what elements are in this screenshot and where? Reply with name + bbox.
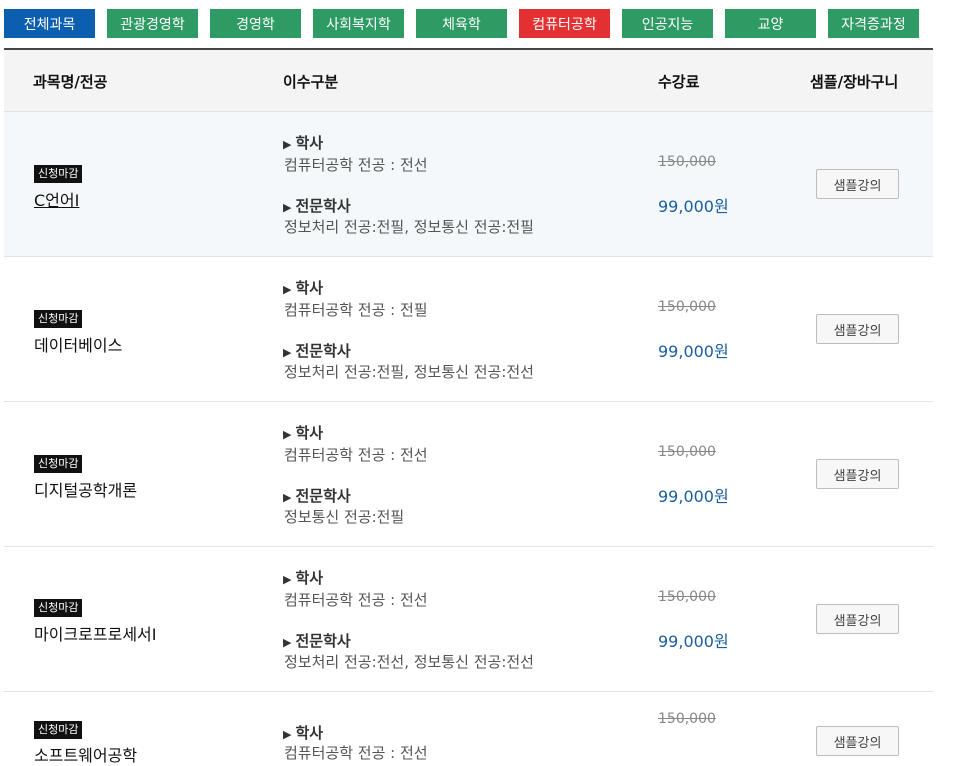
table-row: 신청마감 데이터베이스 ▶ 학사 컴퓨터공학 전공 : 전필 ▶ 전문학사 정보처리… bbox=[4, 257, 933, 402]
tab-liberal-arts[interactable]: 교양 bbox=[725, 9, 816, 38]
original-price: 150,000 bbox=[658, 154, 716, 170]
sample-lecture-button[interactable]: 샘플강의 bbox=[816, 169, 899, 199]
triangle-right-icon: ▶ bbox=[283, 636, 292, 649]
status-badge: 신청마감 bbox=[34, 599, 83, 617]
triangle-right-icon: ▶ bbox=[283, 573, 292, 586]
course-name[interactable]: 소프트웨어공학 bbox=[34, 742, 137, 766]
header-division: 이수구분 bbox=[283, 73, 339, 91]
sale-price: 99,000원 bbox=[658, 342, 729, 361]
bachelor-text: 컴퓨터공학 전공 : 전필 bbox=[284, 301, 428, 319]
tab-artificial-intelligence[interactable]: 인공지능 bbox=[622, 9, 713, 38]
tab-physical-education[interactable]: 체육학 bbox=[416, 9, 507, 38]
header-fee: 수강료 bbox=[658, 73, 700, 91]
associate-label: ▶ 전문학사 bbox=[283, 632, 351, 650]
bachelor-label: ▶ 학사 bbox=[283, 724, 324, 742]
tab-computer-engineering[interactable]: 컴퓨터공학 bbox=[519, 9, 610, 38]
bachelor-label: ▶ 학사 bbox=[283, 424, 324, 442]
triangle-right-icon: ▶ bbox=[283, 283, 292, 296]
sample-lecture-button[interactable]: 샘플강의 bbox=[816, 314, 899, 344]
table-row: 신청마감 마이크로프로세서Ⅰ ▶ 학사 컴퓨터공학 전공 : 전선 ▶ 전문학사 정… bbox=[4, 547, 933, 692]
sale-price: 99,000원 bbox=[658, 487, 729, 506]
sale-price: 99,000원 bbox=[658, 197, 729, 216]
associate-text: 정보처리 전공:전선, 정보통신 전공:전선 bbox=[284, 653, 534, 671]
associate-label: ▶ 전문학사 bbox=[283, 487, 351, 505]
tab-certificate-course[interactable]: 자격증과정 bbox=[828, 9, 919, 38]
triangle-right-icon: ▶ bbox=[283, 728, 292, 741]
status-badge: 신청마감 bbox=[34, 455, 83, 473]
original-price: 150,000 bbox=[658, 711, 716, 727]
associate-text: 정보처리 전공:전필, 정보통신 전공:전필 bbox=[284, 218, 534, 236]
tab-social-welfare[interactable]: 사회복지학 bbox=[313, 9, 404, 38]
course-name[interactable]: 데이터베이스 bbox=[34, 332, 122, 356]
associate-label: ▶ 전문학사 bbox=[283, 197, 351, 215]
triangle-right-icon: ▶ bbox=[283, 428, 292, 441]
course-name[interactable]: 디지털공학개론 bbox=[34, 477, 137, 501]
status-badge: 신청마감 bbox=[34, 721, 83, 739]
bachelor-label: ▶ 학사 bbox=[283, 569, 324, 587]
sample-lecture-button[interactable]: 샘플강의 bbox=[816, 459, 899, 489]
triangle-right-icon: ▶ bbox=[283, 346, 292, 359]
sample-lecture-button[interactable]: 샘플강의 bbox=[816, 726, 899, 756]
header-sample: 샘플/장바구니 bbox=[810, 73, 899, 91]
triangle-right-icon: ▶ bbox=[283, 201, 292, 214]
original-price: 150,000 bbox=[658, 444, 716, 460]
triangle-right-icon: ▶ bbox=[283, 491, 292, 504]
tab-all-courses[interactable]: 전체과목 bbox=[4, 9, 95, 38]
table-header: 과목명/전공 이수구분 수강료 샘플/장바구니 bbox=[4, 50, 933, 112]
course-name[interactable]: C언어Ⅰ bbox=[34, 187, 79, 211]
original-price: 150,000 bbox=[658, 589, 716, 605]
associate-label: ▶ 전문학사 bbox=[283, 342, 351, 360]
associate-text: 정보통신 전공:전필 bbox=[284, 508, 405, 526]
bachelor-label: ▶ 학사 bbox=[283, 134, 324, 152]
sample-lecture-button[interactable]: 샘플강의 bbox=[816, 604, 899, 634]
bachelor-text: 컴퓨터공학 전공 : 전선 bbox=[284, 156, 428, 174]
status-badge: 신청마감 bbox=[34, 310, 83, 328]
bachelor-label: ▶ 학사 bbox=[283, 279, 324, 297]
table-row: 신청마감 디지털공학개론 ▶ 학사 컴퓨터공학 전공 : 전선 ▶ 전문학사 정보통… bbox=[4, 402, 933, 547]
bachelor-text: 컴퓨터공학 전공 : 전선 bbox=[284, 446, 428, 464]
original-price: 150,000 bbox=[658, 299, 716, 315]
sale-price: 99,000원 bbox=[658, 632, 729, 651]
associate-text: 정보처리 전공:전필, 정보통신 전공:전선 bbox=[284, 363, 534, 381]
table-row: 신청마감 C언어Ⅰ ▶ 학사 컴퓨터공학 전공 : 전선 ▶ 전문학사 정보처리 전… bbox=[4, 112, 933, 257]
header-course: 과목명/전공 bbox=[33, 73, 108, 91]
category-tabs: 전체과목 관광경영학 경영학 사회복지학 체육학 컴퓨터공학 인공지능 교양 자… bbox=[4, 9, 934, 38]
table-row: 신청마감 소프트웨어공학 ▶ 학사 컴퓨터공학 전공 : 전선 150,000 샘… bbox=[4, 692, 933, 765]
bachelor-text: 컴퓨터공학 전공 : 전선 bbox=[284, 591, 428, 609]
tab-tourism-management[interactable]: 관광경영학 bbox=[107, 9, 198, 38]
tab-business-administration[interactable]: 경영학 bbox=[210, 9, 301, 38]
course-name[interactable]: 마이크로프로세서Ⅰ bbox=[34, 621, 156, 645]
triangle-right-icon: ▶ bbox=[283, 138, 292, 151]
status-badge: 신청마감 bbox=[34, 165, 83, 183]
